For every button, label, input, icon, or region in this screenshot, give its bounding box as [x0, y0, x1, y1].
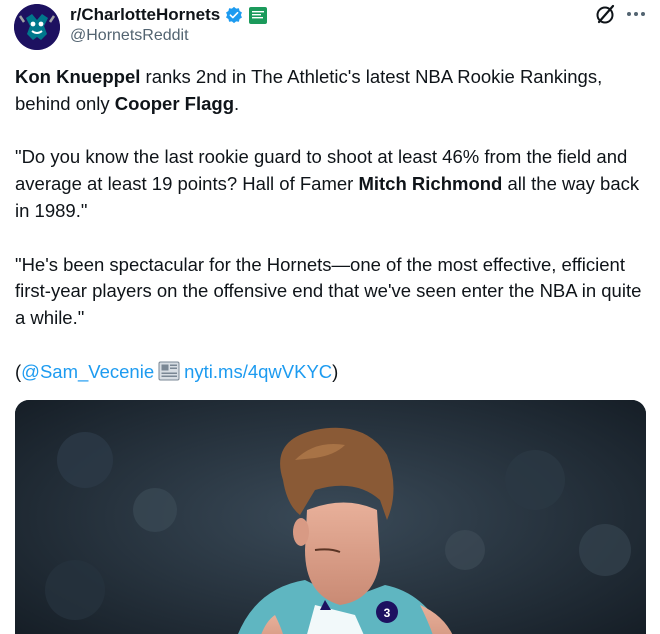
- more-icon[interactable]: [624, 2, 648, 26]
- tweet-text: Kon Knueppel ranks 2nd in The Athletic's…: [15, 64, 650, 412]
- player-name-flagg: Cooper Flagg: [114, 92, 235, 114]
- grok-icon[interactable]: [594, 2, 618, 26]
- handle[interactable]: @HornetsReddit: [70, 27, 267, 45]
- tweet-photo[interactable]: 3: [15, 400, 646, 634]
- paren-close: ): [332, 360, 339, 382]
- mention-link[interactable]: @Sam_Vecenie: [21, 361, 154, 382]
- player-name-richmond: Mitch Richmond: [358, 173, 503, 195]
- tweet-text-span: .: [234, 92, 240, 114]
- name-row: r/CharlotteHornets: [70, 4, 268, 26]
- tweet-paragraph-3: "He's been spectacular for the Hornets—o…: [15, 253, 642, 329]
- tweet-paragraph-1: Kon Knueppel ranks 2nd in The Athletic's…: [15, 64, 650, 118]
- newspaper-icon: [158, 361, 180, 381]
- verified-badge-icon: [226, 6, 243, 24]
- affiliate-badge-icon[interactable]: [249, 6, 268, 24]
- player-name-knueppel: Kon Knueppel: [15, 66, 141, 87]
- tweet-paragraph-2: "Do you know the last rookie guard to sh…: [15, 144, 650, 224]
- avatar[interactable]: [14, 4, 60, 50]
- display-name[interactable]: r/CharlotteHornets: [70, 5, 220, 25]
- article-link[interactable]: nyti.ms/4qwVKYC: [184, 361, 332, 382]
- author-block: r/CharlotteHornets @HornetsReddit: [70, 4, 268, 45]
- jersey-number: 3: [384, 606, 391, 620]
- tweet-paragraph-4: (@Sam_Vecenie nyti.ms/4qwVKYC): [15, 359, 650, 386]
